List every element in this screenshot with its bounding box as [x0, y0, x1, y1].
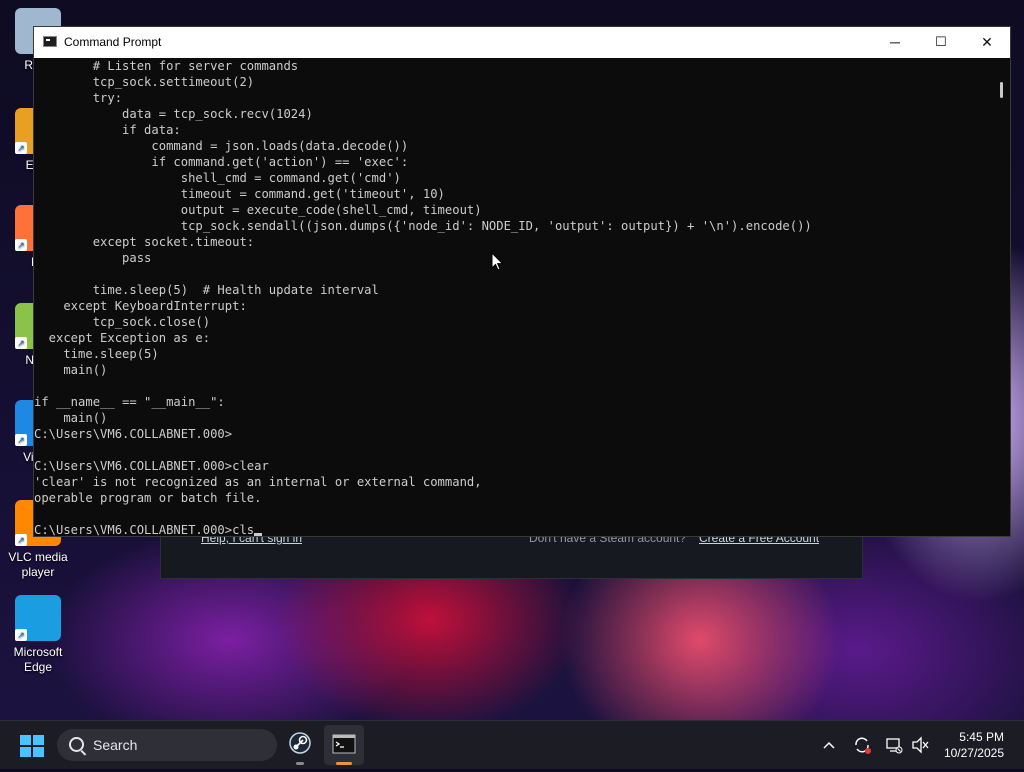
console-current-input[interactable]: cls	[232, 523, 254, 536]
desktop-icon[interactable]: ↗ Microsoft Edge	[2, 595, 74, 675]
console-line: output = execute_code(shell_cmd, timeout…	[34, 203, 482, 217]
console-line: tcp_sock.close()	[34, 315, 211, 329]
console-line: if data:	[34, 123, 181, 137]
console-line: C:\Users\VM6.COLLABNET.000>	[34, 427, 233, 441]
console-line: timeout = command.get('timeout', 10)	[34, 187, 445, 201]
search-icon	[69, 737, 84, 752]
show-hidden-icons-button[interactable]	[820, 721, 838, 769]
console-line: except socket.timeout:	[34, 235, 255, 249]
console-line: # Listen for server commands	[34, 59, 299, 73]
console-line: if __name__ == "__main__":	[34, 395, 225, 409]
command-prompt-taskbar-icon	[332, 734, 356, 754]
console-prompt: C:\Users\VM6.COLLABNET.000>	[34, 523, 233, 536]
vertical-scrollbar[interactable]	[993, 58, 1010, 536]
taskbar: Search 5:45 PM 10/27/2025	[0, 720, 1024, 769]
console-line: if command.get('action') == 'exec':	[34, 155, 409, 169]
start-button[interactable]	[20, 735, 44, 757]
console-line: main()	[34, 411, 108, 425]
mouse-pointer-icon	[491, 252, 504, 271]
console-line: command = json.loads(data.decode())	[34, 139, 409, 153]
shortcut-arrow-icon: ↗	[15, 142, 27, 154]
console-line: tcp_sock.settimeout(2)	[34, 75, 255, 89]
command-prompt-window[interactable]: Command Prompt ─ ☐ ✕ # Listen for server…	[33, 26, 1011, 537]
sync-alert-icon	[855, 737, 871, 754]
console-line: pass	[34, 251, 152, 265]
clock-time: 5:45 PM	[959, 730, 1004, 744]
console-line: time.sleep(5) # Health update interval	[34, 283, 379, 297]
shortcut-arrow-icon: ↗	[15, 534, 27, 546]
network-icon-button[interactable]	[884, 721, 904, 769]
console-line: except KeyboardInterrupt:	[34, 299, 247, 313]
taskbar-search-box[interactable]: Search	[57, 729, 277, 761]
chevron-up-icon	[823, 741, 835, 749]
console-line: tcp_sock.sendall((json.dumps({'node_id':…	[34, 219, 812, 233]
console-line: main()	[34, 363, 108, 377]
text-cursor	[254, 533, 263, 536]
taskbar-steam-button[interactable]	[280, 725, 320, 765]
scrollbar-thumb[interactable]	[1000, 82, 1003, 98]
active-window-indicator	[336, 762, 352, 765]
search-placeholder: Search	[93, 737, 138, 753]
console-output[interactable]: # Listen for server commands tcp_sock.se…	[34, 58, 994, 536]
console-line: try:	[34, 91, 123, 105]
edge-icon: ↗	[15, 595, 61, 641]
volume-icon-button[interactable]	[910, 721, 930, 769]
shortcut-arrow-icon: ↗	[15, 337, 27, 349]
steam-login-panel: Help, I can't sign in Don't have a Steam…	[160, 531, 863, 579]
shortcut-arrow-icon: ↗	[15, 629, 27, 641]
command-prompt-icon	[43, 36, 57, 47]
console-line: shell_cmd = command.get('cmd')	[34, 171, 401, 185]
title-bar[interactable]: Command Prompt ─ ☐ ✕	[34, 27, 1010, 58]
tray-update-icon-button[interactable]	[851, 721, 873, 769]
close-button[interactable]: ✕	[964, 27, 1010, 58]
clock-date: 10/27/2025	[943, 746, 1004, 760]
console-line: 'clear' is not recognized as an internal…	[34, 475, 482, 489]
steam-running-indicator	[296, 762, 304, 765]
console-line: operable program or batch file.	[34, 491, 262, 505]
console-line: data = tcp_sock.recv(1024)	[34, 107, 313, 121]
maximize-button[interactable]: ☐	[918, 27, 964, 58]
desktop-icon-label: VLC media player	[8, 550, 68, 579]
taskbar-command-prompt-button[interactable]	[324, 725, 364, 765]
system-clock[interactable]: 5:45 PM 10/27/2025	[944, 729, 1004, 761]
desktop-icon-label: Microsoft Edge	[13, 645, 63, 674]
console-line: except Exception as e:	[34, 331, 211, 345]
console-input-line[interactable]: C:\Users\VM6.COLLABNET.000>cls	[34, 522, 994, 536]
minimize-button[interactable]: ─	[872, 27, 918, 58]
console-line: C:\Users\VM6.COLLABNET.000>clear	[34, 459, 269, 473]
network-disconnected-icon	[886, 738, 903, 754]
shortcut-arrow-icon: ↗	[15, 239, 27, 251]
window-title: Command Prompt	[64, 35, 162, 49]
steam-icon	[289, 732, 311, 754]
console-line: time.sleep(5)	[34, 347, 159, 361]
shortcut-arrow-icon: ↗	[15, 434, 27, 446]
volume-muted-icon	[912, 736, 929, 754]
